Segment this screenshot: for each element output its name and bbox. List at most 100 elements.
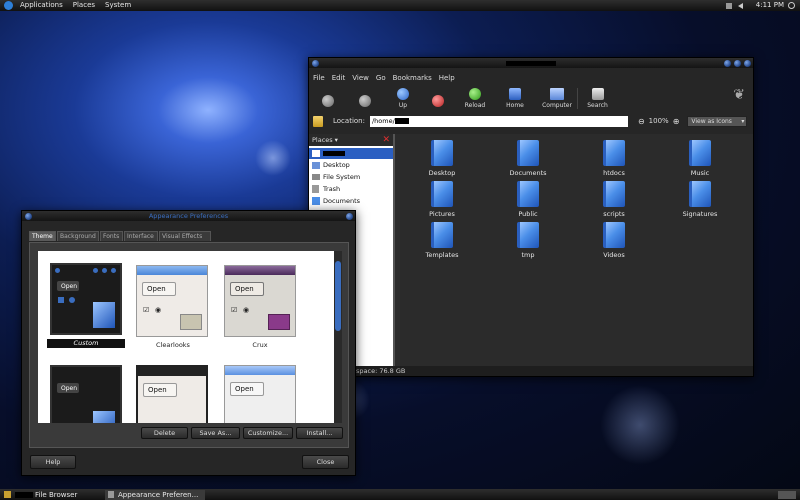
theme-preview-custom[interactable]: Open xyxy=(50,263,122,335)
clock[interactable]: 4:11 PM xyxy=(751,0,788,11)
menu-view[interactable]: View xyxy=(352,74,369,82)
window-dot-icon xyxy=(55,268,60,273)
sidebar-item-documents[interactable]: Documents xyxy=(309,195,393,207)
mini-titlebar xyxy=(225,366,295,375)
file-icon-documents[interactable]: Documents xyxy=(493,140,563,177)
help-button[interactable]: Help xyxy=(30,455,76,469)
radio-icon: ◉ xyxy=(243,306,250,314)
sidebar-item-desktop[interactable]: Desktop xyxy=(309,159,393,171)
sidebar-item-home[interactable] xyxy=(309,148,393,159)
zoom-level: 100% xyxy=(648,117,669,125)
file-icon-signatures[interactable]: Signatures xyxy=(665,181,735,218)
sidebar-item-label: Documents xyxy=(323,197,361,205)
file-icon-desktop[interactable]: Desktop xyxy=(407,140,477,177)
delete-button[interactable]: Delete xyxy=(141,427,188,439)
reload-button[interactable]: Reload xyxy=(457,88,493,109)
home-icon xyxy=(509,88,521,100)
sidebar-item-label: File System xyxy=(323,173,361,181)
tab-interface[interactable]: Interface xyxy=(124,231,158,241)
file-browser-titlebar[interactable] xyxy=(309,58,753,68)
tab-background[interactable]: Background xyxy=(57,231,99,241)
workspace-switcher[interactable] xyxy=(778,490,796,499)
maximize-icon[interactable] xyxy=(734,60,741,67)
menu-places[interactable]: Places xyxy=(68,0,100,11)
file-icon-scripts[interactable]: scripts xyxy=(579,181,649,218)
close-icon[interactable] xyxy=(744,60,751,67)
appearance-titlebar[interactable]: Appearance Preferences xyxy=(22,211,355,221)
edit-location-icon[interactable] xyxy=(313,115,323,127)
view-mode-value: View as Icons xyxy=(691,117,732,125)
file-icon-htdocs[interactable]: htdocs xyxy=(579,140,649,177)
close-sidebar-icon[interactable]: ✕ xyxy=(382,135,390,145)
folder-icon xyxy=(517,222,539,248)
theme-preview[interactable]: Open xyxy=(224,365,296,423)
menu-edit[interactable]: Edit xyxy=(332,74,346,82)
scrollbar-thumb[interactable] xyxy=(335,261,341,331)
network-icon[interactable] xyxy=(725,2,732,9)
menu-help[interactable]: Help xyxy=(439,74,455,82)
file-label: tmp xyxy=(521,251,535,259)
appearance-preferences-window: Appearance Preferences Theme Background … xyxy=(21,210,356,476)
zoom-in-icon[interactable]: ⊕ xyxy=(673,117,680,126)
distro-logo-icon[interactable] xyxy=(4,1,13,10)
tab-fonts[interactable]: Fonts xyxy=(100,231,123,241)
back-button[interactable] xyxy=(313,95,343,109)
menu-go[interactable]: Go xyxy=(376,74,386,82)
folder-icon xyxy=(689,181,711,207)
save-as-button[interactable]: Save As... xyxy=(191,427,240,439)
menu-bookmarks[interactable]: Bookmarks xyxy=(393,74,432,82)
icon-view[interactable]: Desktop Documents htdocs Music Pictures … xyxy=(395,134,753,366)
taskbar-item-label: Appearance Preferen... xyxy=(118,490,199,499)
file-icon-videos[interactable]: Videos xyxy=(579,222,649,259)
theme-preview[interactable]: Open xyxy=(136,365,208,423)
file-label: Templates xyxy=(425,251,459,259)
menu-system[interactable]: System xyxy=(100,0,136,11)
menu-file[interactable]: File xyxy=(313,74,325,82)
tab-theme[interactable]: Theme xyxy=(29,231,56,241)
theme-preview-clearlooks[interactable]: Open ☑ ◉ xyxy=(136,265,208,337)
file-icon-public[interactable]: Public xyxy=(493,181,563,218)
location-input[interactable]: /home/ xyxy=(369,115,628,127)
home-button[interactable]: Home xyxy=(493,88,537,109)
computer-button[interactable]: Computer xyxy=(537,88,577,109)
show-desktop-icon[interactable] xyxy=(4,491,11,498)
volume-icon[interactable] xyxy=(737,2,743,9)
up-button[interactable]: Up xyxy=(387,88,419,109)
file-icon-pictures[interactable]: Pictures xyxy=(407,181,477,218)
search-button[interactable]: Search xyxy=(577,88,617,109)
file-icon-templates[interactable]: Templates xyxy=(407,222,477,259)
up-label: Up xyxy=(398,102,408,109)
sample-button-label: Open xyxy=(235,385,254,393)
stop-button[interactable] xyxy=(419,95,457,109)
minimize-icon[interactable] xyxy=(724,60,731,67)
theme-preview[interactable]: Open xyxy=(50,365,122,423)
view-mode-select[interactable]: View as Icons ▾ xyxy=(687,115,748,127)
file-icon-tmp[interactable]: tmp xyxy=(493,222,563,259)
taskbar-item-appearance[interactable]: Appearance Preferen... xyxy=(105,489,205,500)
places-dropdown[interactable]: Places xyxy=(312,136,333,144)
theme-list-scrollbar[interactable] xyxy=(334,251,342,423)
sidebar-item-filesystem[interactable]: File System xyxy=(309,171,393,183)
power-icon[interactable] xyxy=(788,2,795,9)
close-button[interactable]: Close xyxy=(302,455,349,469)
window-menu-icon[interactable] xyxy=(312,60,319,67)
tab-visual-effects[interactable]: Visual Effects xyxy=(159,231,211,241)
file-browser-window: File Edit View Go Bookmarks Help Up Relo… xyxy=(308,57,754,377)
taskbar-item-file-browser[interactable]: File Browser xyxy=(15,491,105,499)
folder-icon xyxy=(431,181,453,207)
window-menu-icon[interactable] xyxy=(25,213,32,220)
file-icon-music[interactable]: Music xyxy=(665,140,735,177)
menu-applications[interactable]: Applications xyxy=(15,0,68,11)
zoom-out-icon[interactable]: ⊖ xyxy=(638,117,645,126)
close-icon[interactable] xyxy=(346,213,353,220)
sidebar-item-trash[interactable]: Trash xyxy=(309,183,393,195)
folder-icon xyxy=(603,222,625,248)
install-button[interactable]: Install... xyxy=(296,427,343,439)
folder-icon xyxy=(268,314,290,330)
theme-list[interactable]: Open Custom Open ☑ ◉ Clearlooks Open ☑ ◉ xyxy=(38,251,342,423)
theme-label-crux: Crux xyxy=(221,341,299,349)
theme-preview-crux[interactable]: Open ☑ ◉ xyxy=(224,265,296,337)
home-folder-icon xyxy=(312,150,320,157)
customize-button[interactable]: Customize... xyxy=(243,427,293,439)
forward-button[interactable] xyxy=(343,95,387,109)
